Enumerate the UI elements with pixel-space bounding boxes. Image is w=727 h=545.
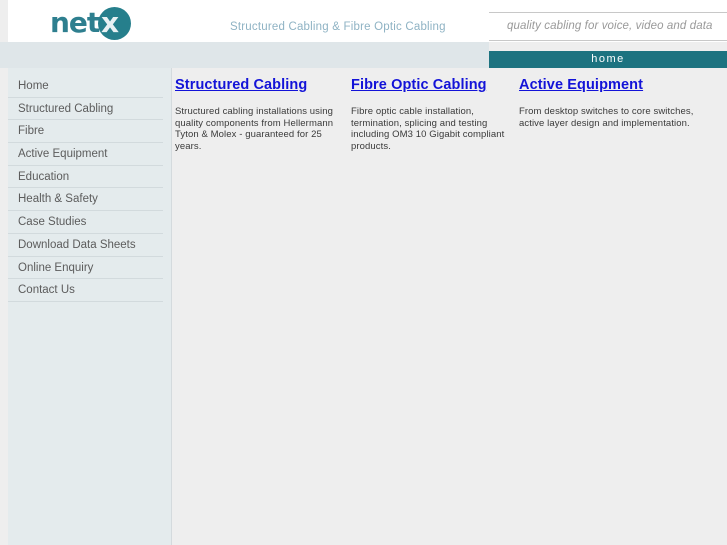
sidebar-item-contact-us[interactable]: Contact Us — [8, 279, 163, 302]
logo-text-net: net — [50, 6, 100, 39]
sidebar-item-download-data-sheets[interactable]: Download Data Sheets — [8, 234, 163, 257]
main-content: Structured Cabling Structured cabling in… — [172, 68, 727, 545]
logo-text-x: x — [101, 6, 120, 39]
header-underbar-left — [0, 42, 489, 68]
header-underbar-right-top — [489, 42, 727, 51]
description-structured-cabling: Structured cabling installations using q… — [175, 106, 334, 152]
sidebar-item-fibre[interactable]: Fibre — [8, 120, 163, 144]
description-fibre-optic-cabling: Fibre optic cable installation, terminat… — [351, 106, 505, 152]
slogan-box[interactable]: quality cabling for voice, video and dat… — [489, 12, 727, 41]
link-structured-cabling[interactable]: Structured Cabling — [175, 77, 347, 93]
slogan-text: quality cabling for voice, video and dat… — [507, 20, 713, 32]
nav-item-home[interactable]: home — [489, 51, 727, 68]
content-column-active-equipment: Active Equipment From desktop switches t… — [519, 77, 699, 129]
sidebar: Home Structured Cabling Fibre Active Equ… — [8, 68, 171, 545]
sidebar-item-active-equipment[interactable]: Active Equipment — [8, 143, 163, 166]
content-column-structured-cabling: Structured Cabling Structured cabling in… — [175, 77, 347, 152]
link-active-equipment[interactable]: Active Equipment — [519, 77, 699, 93]
site-tagline: Structured Cabling & Fibre Optic Cabling — [230, 21, 446, 33]
sidebar-item-online-enquiry[interactable]: Online Enquiry — [8, 257, 163, 280]
sidebar-item-education[interactable]: Education — [8, 166, 163, 189]
sidebar-item-home[interactable]: Home — [8, 75, 163, 98]
top-nav-bar: home — [489, 51, 727, 68]
link-fibre-optic-cabling[interactable]: Fibre Optic Cabling — [351, 77, 515, 93]
content-column-fibre-optic-cabling: Fibre Optic Cabling Fibre optic cable in… — [351, 77, 515, 152]
sidebar-item-structured-cabling[interactable]: Structured Cabling — [8, 98, 163, 121]
sidebar-item-health-and-safety[interactable]: Health & Safety — [8, 188, 163, 212]
sidebar-menu: Home Structured Cabling Fibre Active Equ… — [8, 75, 171, 302]
sidebar-item-case-studies[interactable]: Case Studies — [8, 211, 163, 234]
description-active-equipment: From desktop switches to core switches, … — [519, 106, 694, 129]
site-logo[interactable]: net x — [38, 2, 158, 42]
